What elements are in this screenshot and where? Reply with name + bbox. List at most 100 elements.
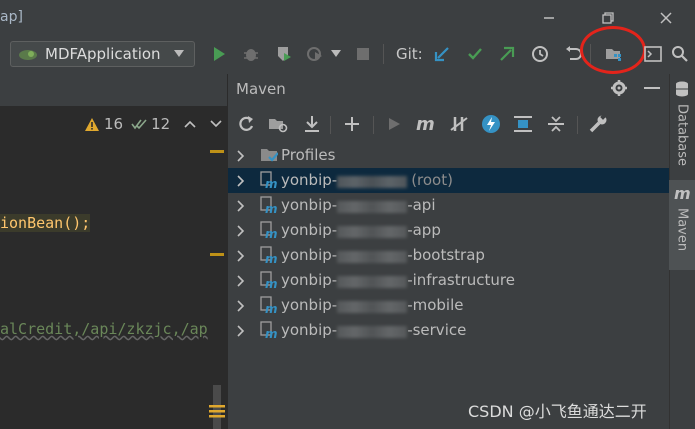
search-everywhere-button[interactable] [668, 42, 692, 66]
code-string-line: alCredit,/api/zkzjc,/ap [0, 320, 208, 338]
maven-module-icon: m [260, 246, 278, 264]
module-name-prefix: yonbip- [281, 196, 338, 214]
more-run-options-button[interactable] [327, 42, 345, 66]
svg-text:m: m [265, 177, 278, 189]
chevron-right-icon[interactable] [237, 250, 245, 262]
warnings-count: 16 [104, 115, 124, 133]
chevron-down-icon[interactable] [210, 120, 222, 128]
module-name-suffix: -api [407, 196, 436, 214]
maven-panel-title: Maven [236, 80, 286, 98]
profiler-icon [307, 47, 322, 61]
structure-icon[interactable] [208, 402, 226, 424]
collapse-all-button[interactable] [544, 112, 568, 136]
redacted-text [337, 251, 408, 263]
chevron-right-icon[interactable] [237, 300, 245, 312]
chevron-down-icon [331, 50, 341, 57]
gear-icon [611, 80, 627, 96]
database-tool-tab[interactable]: Database [669, 104, 695, 166]
tree-item-label: yonbip- -service [281, 321, 466, 339]
run-with-coverage-button[interactable] [272, 42, 296, 66]
debug-button[interactable] [239, 42, 263, 66]
profile-button[interactable] [303, 42, 327, 66]
minimize-button[interactable] [537, 6, 561, 30]
arrow-up-right-icon [500, 46, 515, 61]
redacted-text [337, 226, 408, 238]
stop-button[interactable] [351, 42, 375, 66]
redacted-text [337, 301, 408, 313]
tree-item-root-module[interactable]: m yonbip- (root) [228, 168, 669, 193]
chevron-up-icon[interactable] [184, 120, 196, 128]
plus-icon [345, 117, 359, 131]
tree-item-module[interactable]: m yonbip- -app [228, 218, 669, 243]
hide-panel-button[interactable] [644, 87, 660, 89]
error-stripe-mark[interactable] [210, 150, 224, 153]
terminal-button[interactable] [641, 42, 665, 66]
chevron-right-icon[interactable] [237, 225, 245, 237]
close-icon [660, 12, 672, 24]
execute-maven-goal-button[interactable]: m [414, 112, 438, 136]
stop-icon [357, 48, 369, 60]
tree-item-label: yonbip- -app [281, 221, 441, 239]
module-name-prefix: yonbip- [281, 271, 338, 289]
play-icon [389, 118, 400, 130]
reload-all-projects-button[interactable] [234, 112, 258, 136]
tree-item-module[interactable]: m yonbip- -bootstrap [228, 243, 669, 268]
toggle-offline-mode-button[interactable] [447, 112, 471, 136]
show-dependencies-button[interactable] [511, 112, 535, 136]
git-history-button[interactable] [528, 42, 552, 66]
tree-item-profiles[interactable]: Profiles [228, 143, 669, 168]
play-icon [214, 47, 225, 61]
terminal-icon [644, 46, 662, 62]
svg-text:m: m [674, 186, 691, 202]
maven-settings-button[interactable] [610, 79, 628, 101]
add-maven-project-button[interactable] [340, 112, 364, 136]
tree-item-module[interactable]: m yonbip- -infrastructure [228, 268, 669, 293]
git-update-button[interactable] [430, 42, 454, 66]
checkmark-icon [468, 48, 482, 60]
search-icon [672, 46, 688, 62]
chevron-right-icon[interactable] [237, 175, 245, 187]
toolbar-separator [577, 116, 578, 134]
svg-text:m: m [265, 327, 278, 339]
close-button[interactable] [654, 6, 678, 30]
maven-m-icon: m [416, 115, 435, 133]
generate-sources-button[interactable] [266, 112, 290, 136]
run-maven-build-button[interactable] [382, 112, 406, 136]
download-sources-button[interactable] [300, 112, 324, 136]
weak-warnings-count: 12 [151, 115, 171, 133]
run-configuration-label: MDFApplication [45, 45, 161, 63]
maven-module-icon: m [260, 171, 278, 189]
tree-item-module[interactable]: m yonbip- -mobile [228, 293, 669, 318]
chevron-right-icon[interactable] [237, 150, 245, 162]
chevron-right-icon[interactable] [237, 200, 245, 212]
inspection-widget[interactable]: 16 12 [84, 115, 222, 133]
coverage-icon [278, 47, 291, 61]
svg-text:m: m [265, 227, 278, 239]
module-name-suffix: -infrastructure [407, 271, 515, 289]
tree-item-label: yonbip- (root) [281, 171, 453, 189]
toolbar-separator [373, 116, 374, 134]
folder-refresh-icon [269, 119, 288, 133]
chevron-right-icon[interactable] [237, 275, 245, 287]
run-configuration-select[interactable]: MDFApplication [10, 41, 195, 67]
git-commit-button[interactable] [463, 42, 487, 66]
tree-item-module[interactable]: m yonbip- -api [228, 193, 669, 218]
run-button[interactable] [207, 42, 231, 66]
svg-text:m: m [416, 115, 435, 133]
code-editor[interactable] [0, 106, 227, 429]
maven-settings-wrench-button[interactable] [586, 112, 610, 136]
git-push-button[interactable] [495, 42, 519, 66]
module-name-prefix: yonbip- [281, 321, 338, 339]
toggle-skip-tests-button[interactable] [479, 112, 503, 136]
redacted-text [337, 276, 408, 288]
maven-module-icon: m [260, 271, 278, 289]
tree-item-module[interactable]: m yonbip- -service [228, 318, 669, 343]
maven-tool-tab[interactable]: Maven [669, 208, 695, 264]
module-name-prefix: yonbip- [281, 171, 338, 189]
highlight-circle [580, 26, 646, 74]
clock-icon [532, 46, 548, 62]
maven-module-icon: m [260, 221, 278, 239]
tree-item-label: yonbip- -mobile [281, 296, 463, 314]
chevron-right-icon[interactable] [237, 325, 245, 337]
error-stripe-mark[interactable] [210, 253, 224, 256]
